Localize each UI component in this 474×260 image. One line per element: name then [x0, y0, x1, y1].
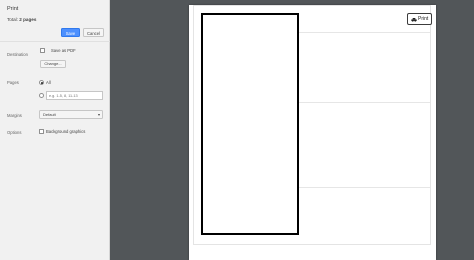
print-preview-area: Print: [110, 0, 474, 260]
pages-label: Pages: [7, 80, 19, 85]
printer-icon: [411, 17, 417, 22]
page-total: Total: 2 pages: [7, 17, 36, 22]
chevron-down-icon: [98, 113, 100, 116]
background-graphics-checkbox[interactable]: [39, 129, 44, 134]
options-label: Options: [7, 130, 22, 135]
page-total-value: 2 pages: [19, 17, 37, 22]
panel-divider: [0, 41, 110, 42]
pages-all-radio[interactable]: [39, 80, 44, 85]
margins-select[interactable]: Default: [39, 110, 103, 119]
change-destination-button[interactable]: Change...: [40, 60, 66, 68]
preview-page: Print: [189, 5, 436, 260]
margins-selected-value: Default: [43, 112, 56, 117]
pages-range-radio[interactable]: [39, 93, 44, 98]
cancel-button[interactable]: Cancel: [83, 28, 104, 37]
save-button[interactable]: Save: [61, 28, 80, 37]
background-graphics-label: Background graphics: [46, 129, 86, 134]
print-button[interactable]: Print: [407, 13, 432, 25]
pages-all-label: All: [46, 80, 51, 85]
margins-label: Margins: [7, 113, 22, 118]
panel-title: Print: [7, 6, 19, 12]
preview-page-content: Print: [193, 5, 432, 245]
print-button-label: Print: [418, 16, 429, 22]
bordered-box: [201, 13, 299, 235]
pages-range-input[interactable]: [46, 91, 103, 100]
print-dialog: Print Total: 2 pages Save Cancel Destina…: [0, 0, 474, 260]
save-as-pdf-label: Save as PDF: [51, 48, 76, 53]
save-as-pdf-checkbox[interactable]: [40, 48, 45, 53]
destination-label: Destination: [7, 52, 28, 57]
page-total-prefix: Total:: [7, 17, 20, 22]
print-settings-panel: Print Total: 2 pages Save Cancel Destina…: [0, 0, 110, 260]
